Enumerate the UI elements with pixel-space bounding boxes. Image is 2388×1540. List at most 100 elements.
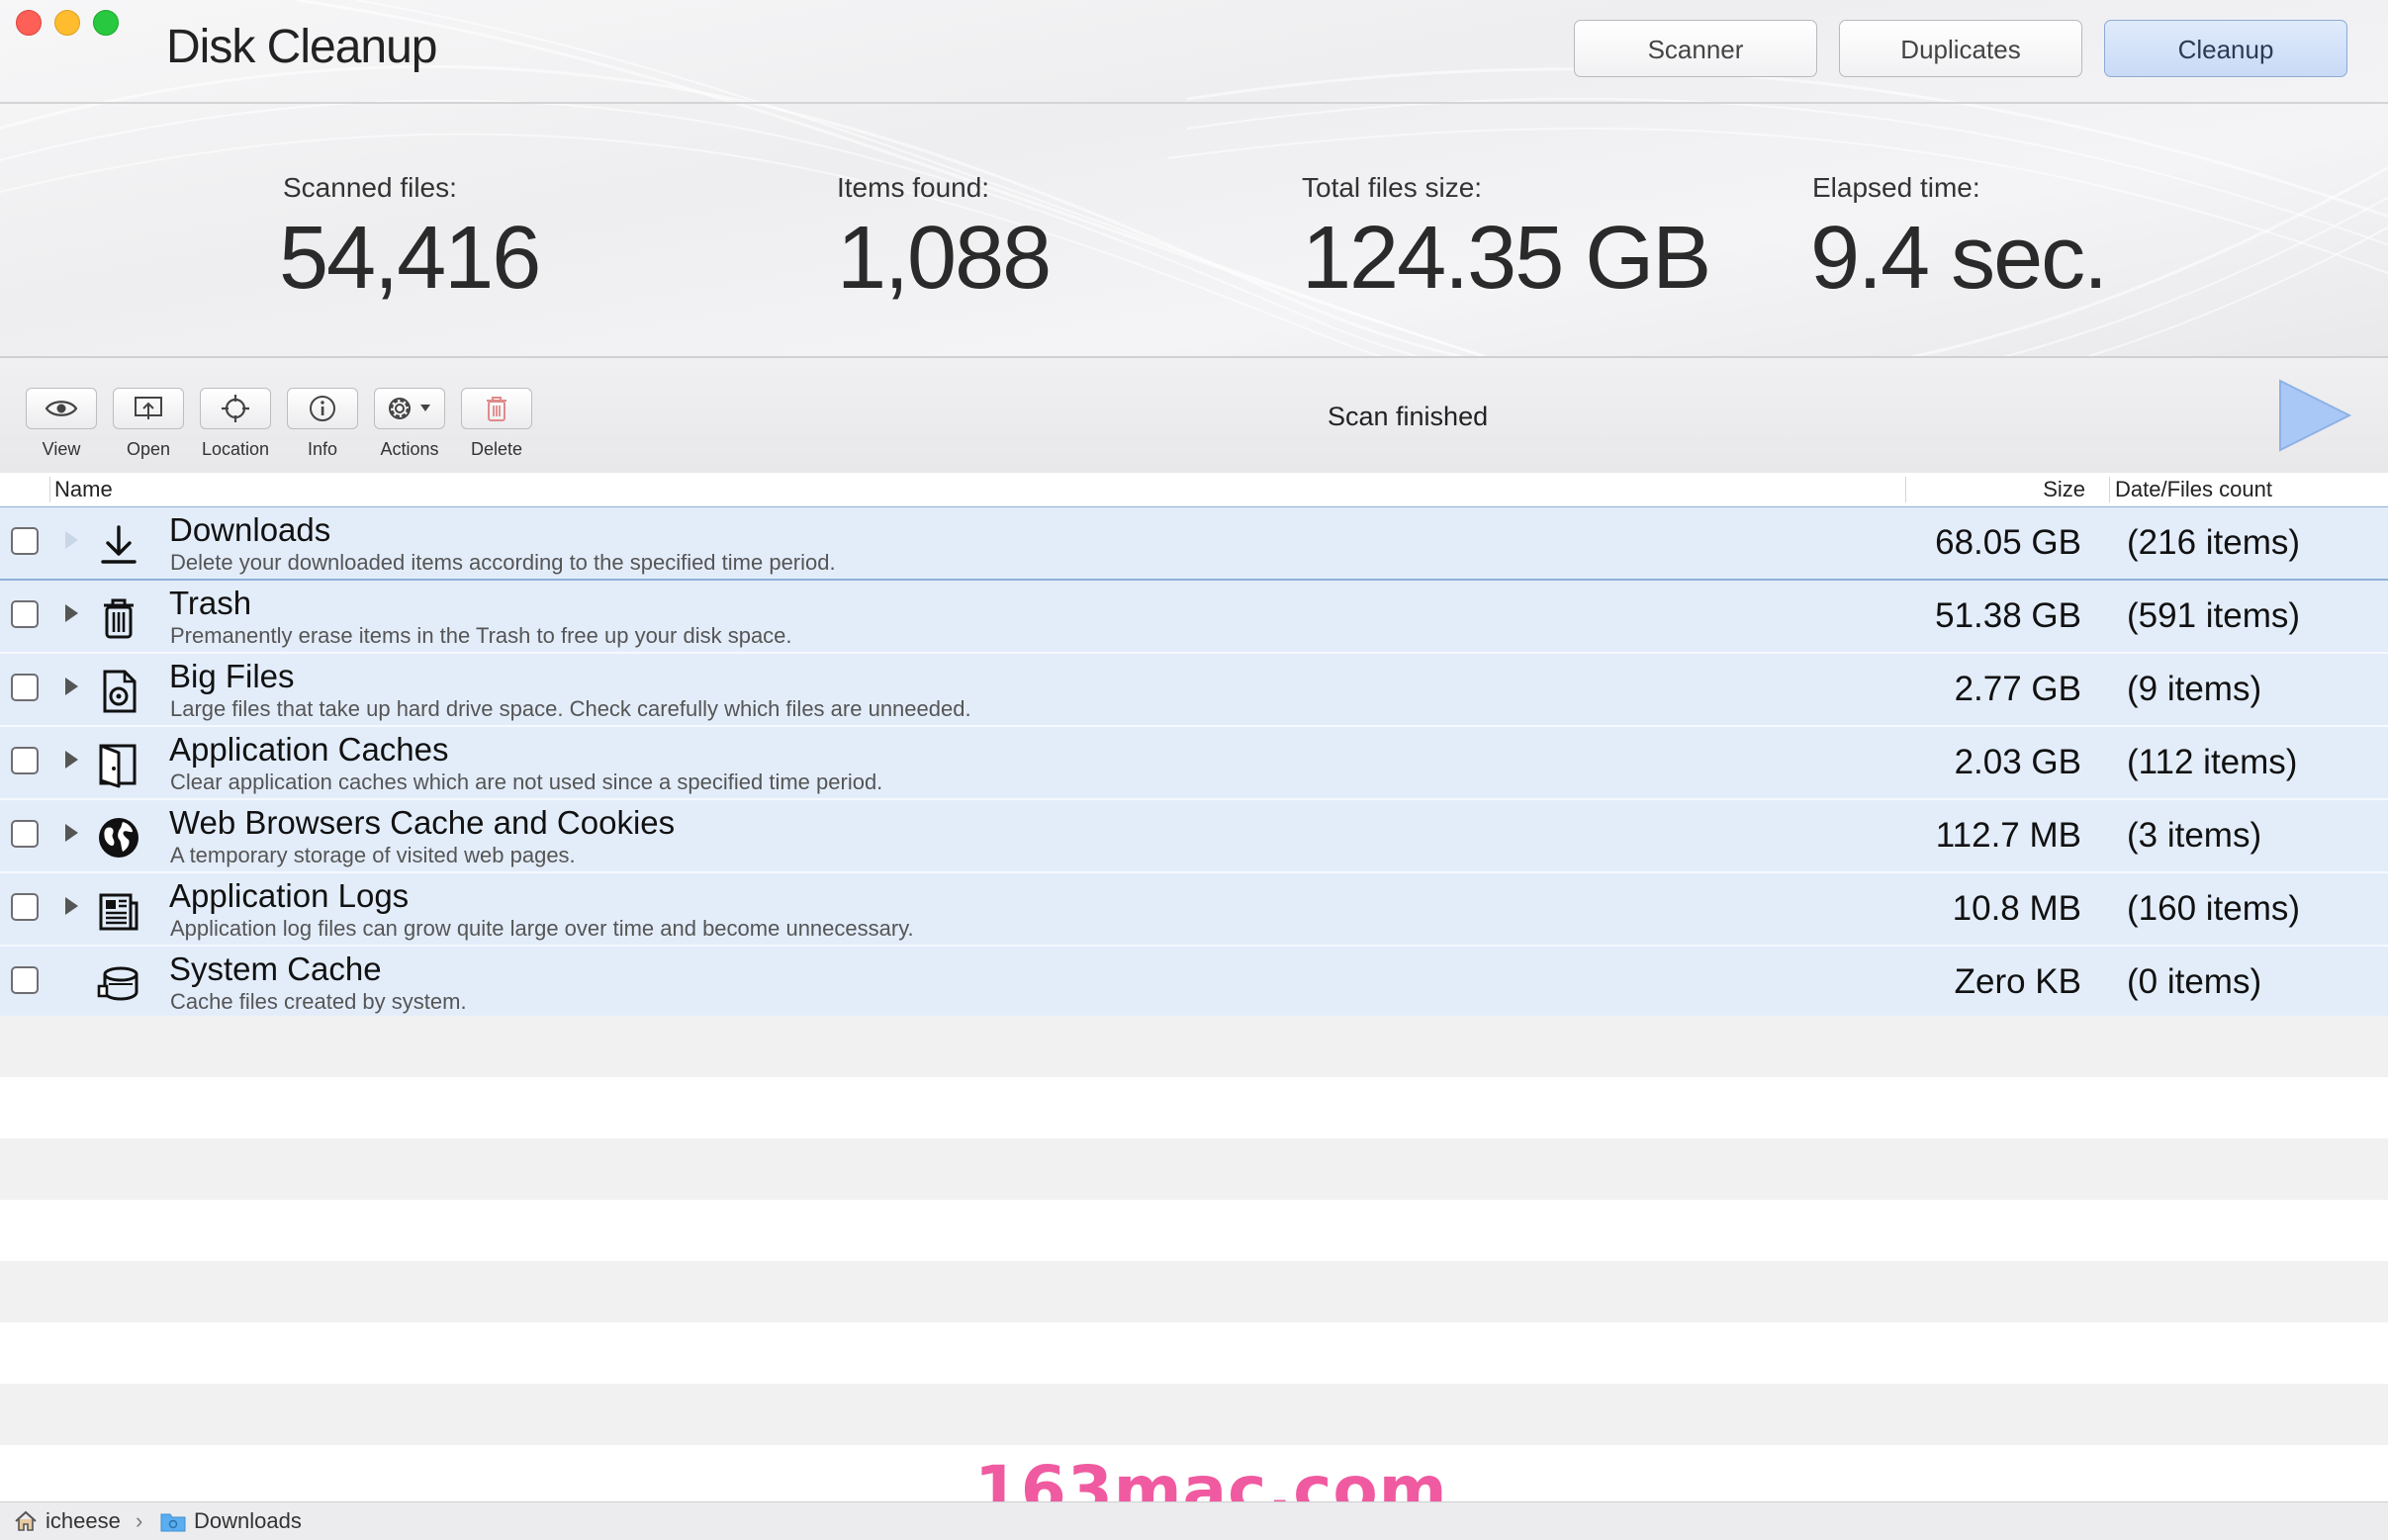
row-size: Zero KB <box>1954 962 2081 1001</box>
delete-button[interactable] <box>461 388 532 429</box>
location-tool[interactable]: Location <box>200 388 271 460</box>
app-title: Disk Cleanup <box>166 21 437 73</box>
row-title: Application Caches <box>169 731 449 768</box>
start-cleanup-button[interactable] <box>2277 378 2352 453</box>
total-size-label: Total files size: <box>1302 172 1483 203</box>
column-separator <box>49 477 50 502</box>
row-description: Clear application caches which are not u… <box>170 770 883 794</box>
open-button[interactable] <box>113 388 184 429</box>
duplicates-mode-button[interactable]: Duplicates <box>1839 20 2082 77</box>
row-size: 10.8 MB <box>1952 889 2081 928</box>
header: Disk Cleanup Scanner Duplicates Cleanup … <box>0 0 2388 356</box>
globe-icon <box>99 818 138 858</box>
row-checkbox[interactable] <box>11 966 39 994</box>
table-row[interactable]: Trash Premanently erase items in the Tra… <box>0 581 2388 654</box>
row-count: (3 items) <box>2127 816 2262 855</box>
table-row[interactable]: Big Files Large files that take up hard … <box>0 654 2388 727</box>
disclosure-triangle[interactable] <box>65 604 78 622</box>
name-column-header[interactable]: Name <box>54 477 113 502</box>
app-cache-icon <box>99 744 137 788</box>
row-checkbox[interactable] <box>11 820 39 848</box>
disclosure-triangle[interactable] <box>65 824 78 842</box>
disclosure-triangle[interactable] <box>65 531 78 549</box>
delete-tool[interactable]: Delete <box>461 388 532 460</box>
table-row[interactable]: Web Browsers Cache and Cookies A tempora… <box>0 800 2388 873</box>
row-checkbox[interactable] <box>11 527 39 555</box>
row-title: Application Logs <box>169 877 410 914</box>
delete-label: Delete <box>470 439 523 459</box>
row-checkbox[interactable] <box>11 747 39 774</box>
home-icon <box>15 1510 37 1531</box>
actions-button[interactable] <box>374 388 445 429</box>
row-checkbox[interactable] <box>11 674 39 701</box>
disclosure-triangle[interactable] <box>65 751 78 769</box>
scanned-files-label: Scanned files: <box>283 172 457 203</box>
path-item-downloads[interactable]: Downloads <box>160 1508 302 1534</box>
crosshair-icon <box>222 395 249 422</box>
items-found-label: Items found: <box>837 172 990 203</box>
row-count: (591 items) <box>2127 596 2301 635</box>
table-header: Name Size Date/Files count <box>0 473 2388 508</box>
zoom-window-button[interactable] <box>93 10 119 36</box>
path-separator: › <box>136 1508 143 1533</box>
row-count: (9 items) <box>2127 670 2262 708</box>
row-size: 68.05 GB <box>1935 523 2081 562</box>
table-row[interactable]: Downloads Delete your downloaded items a… <box>0 507 2388 581</box>
row-size: 51.38 GB <box>1935 596 2081 635</box>
column-separator <box>2109 477 2110 502</box>
info-button[interactable] <box>287 388 358 429</box>
cleanup-list: Downloads Delete your downloaded items a… <box>0 507 2388 1020</box>
minimize-window-button[interactable] <box>54 10 80 36</box>
row-title: Trash <box>169 585 252 621</box>
row-title: Downloads <box>169 511 331 548</box>
row-description: Delete your downloaded items according t… <box>170 550 836 575</box>
row-count: (160 items) <box>2127 889 2301 928</box>
open-tool[interactable]: Open <box>113 388 184 460</box>
toolbar: View Open Location Info Actions Delete S… <box>0 358 2388 473</box>
info-icon <box>310 396 335 421</box>
row-count: (0 items) <box>2127 962 2262 1001</box>
table-row[interactable]: Application Caches Clear application cac… <box>0 727 2388 800</box>
log-icon <box>99 893 138 931</box>
date-column-header[interactable]: Date/Files count <box>2115 477 2272 502</box>
view-tool[interactable]: View <box>26 388 97 460</box>
scanner-mode-button[interactable]: Scanner <box>1574 20 1817 77</box>
cleanup-mode-button[interactable]: Cleanup <box>2104 20 2347 77</box>
titlebar-divider <box>0 102 2388 104</box>
row-title: System Cache <box>169 951 382 987</box>
row-size: 2.77 GB <box>1954 670 2081 708</box>
path-home-label: icheese <box>46 1508 121 1533</box>
total-size-value: 124.35 GB <box>1302 209 1711 308</box>
row-title: Big Files <box>169 658 295 694</box>
row-description: Application log files can grow quite lar… <box>170 916 914 941</box>
system-cache-icon <box>97 966 138 1001</box>
items-found-value: 1,088 <box>837 209 1052 308</box>
folder-icon <box>160 1513 186 1532</box>
row-title: Web Browsers Cache and Cookies <box>169 804 676 841</box>
actions-tool[interactable]: Actions <box>374 388 445 460</box>
column-separator <box>1905 477 1906 502</box>
disclosure-triangle[interactable] <box>65 678 78 695</box>
row-checkbox[interactable] <box>11 893 39 921</box>
row-count: (112 items) <box>2127 743 2298 781</box>
view-button[interactable] <box>26 388 97 429</box>
open-icon <box>135 397 162 419</box>
download-icon <box>101 525 137 564</box>
row-checkbox[interactable] <box>11 600 39 628</box>
trash-icon <box>104 598 134 639</box>
table-row[interactable]: Application Logs Application log files c… <box>0 873 2388 947</box>
row-description: A temporary storage of visited web pages… <box>170 843 576 867</box>
empty-list-area <box>0 1016 2388 1506</box>
size-column-header[interactable]: Size <box>2043 477 2085 502</box>
location-button[interactable] <box>200 388 271 429</box>
disclosure-triangle[interactable] <box>65 897 78 915</box>
disk-cleanup-window: Disk Cleanup Scanner Duplicates Cleanup … <box>0 0 2388 1540</box>
row-size: 2.03 GB <box>1954 743 2081 781</box>
row-description: Premanently erase items in the Trash to … <box>170 623 792 648</box>
table-row[interactable]: System Cache Cache files created by syst… <box>0 947 2388 1020</box>
info-tool[interactable]: Info <box>287 388 358 460</box>
path-bar: icheese › Downloads <box>0 1501 2388 1540</box>
path-item-home[interactable]: icheese <box>14 1508 121 1534</box>
close-window-button[interactable] <box>16 10 42 36</box>
row-size: 112.7 MB <box>1935 816 2081 855</box>
